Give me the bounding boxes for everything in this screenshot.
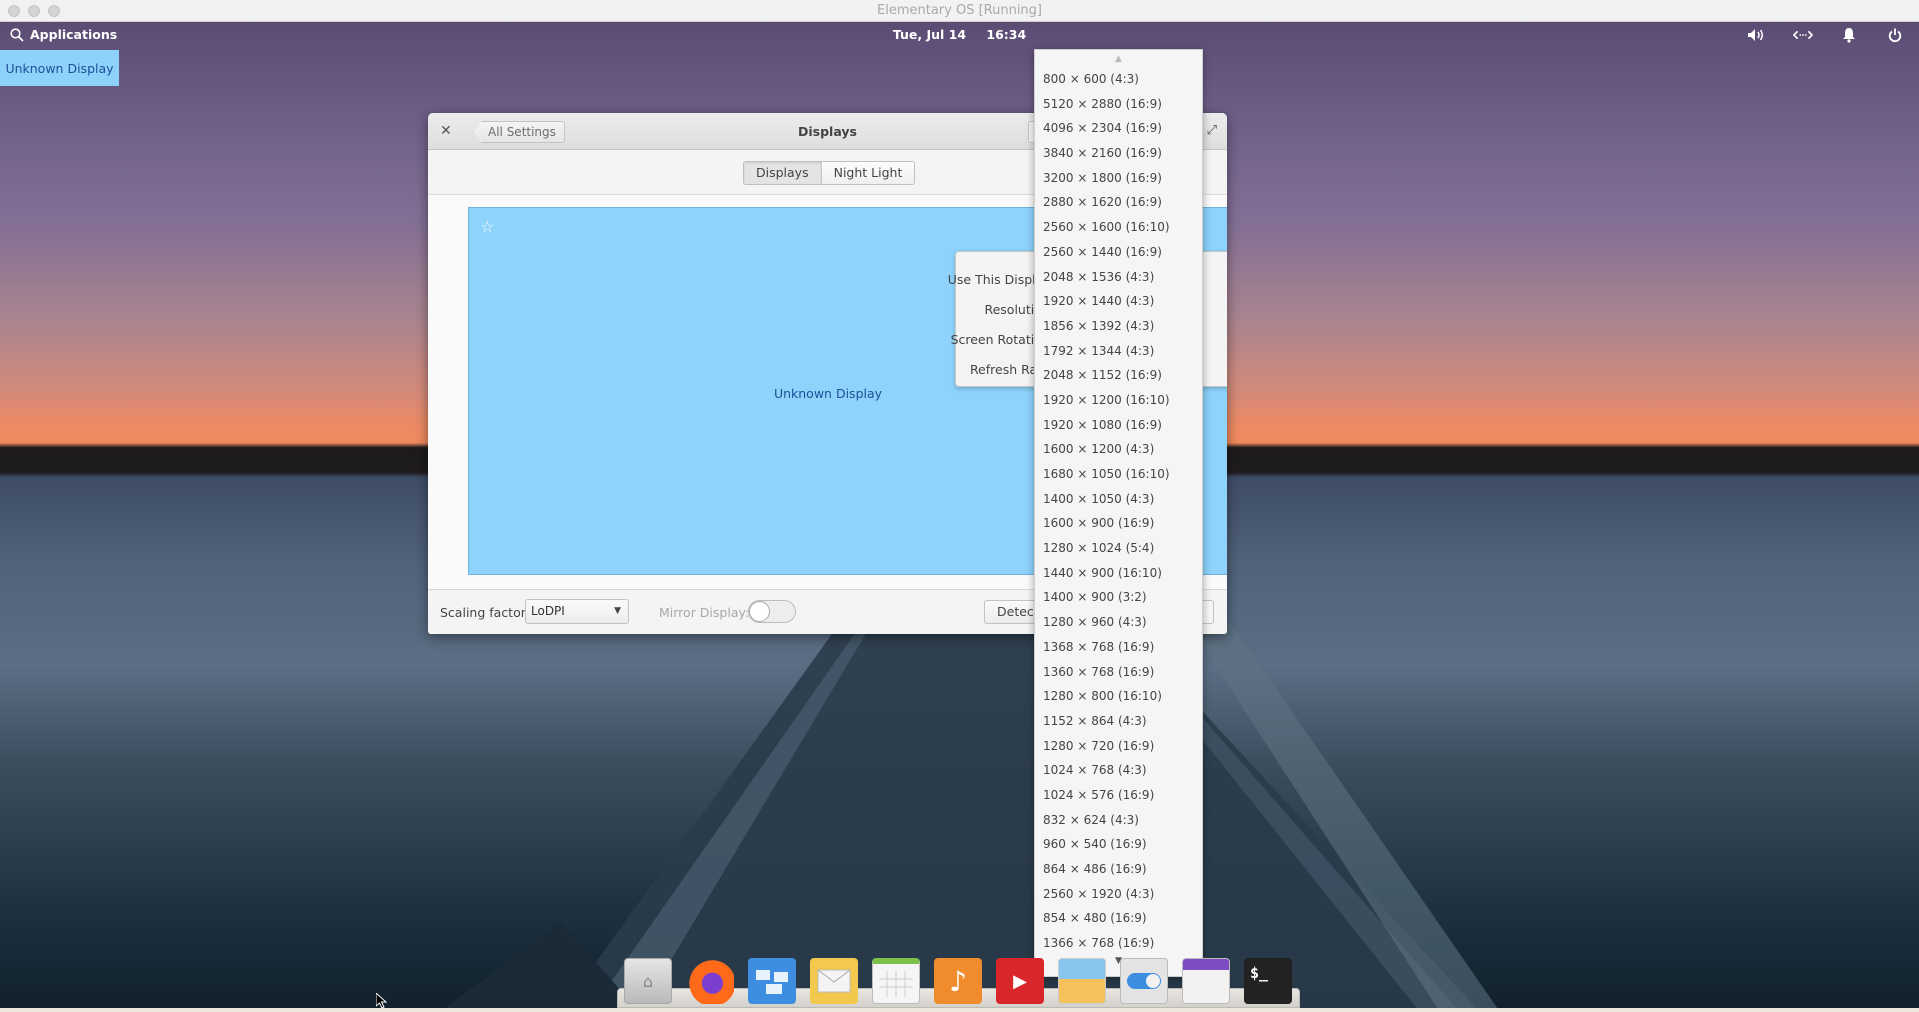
resolution-option[interactable]: 1152 × 864 (4:3) (1035, 709, 1202, 734)
settings-toggle-icon[interactable] (1120, 958, 1168, 1004)
terminal-icon[interactable]: $_ (1244, 958, 1292, 1004)
music-icon[interactable]: ♪ (934, 958, 982, 1004)
resolution-option[interactable]: 960 × 540 (16:9) (1035, 832, 1202, 857)
resolution-option[interactable]: 832 × 624 (4:3) (1035, 808, 1202, 833)
switch-knob (749, 601, 770, 622)
resolution-option[interactable]: 2560 × 1440 (16:9) (1035, 240, 1202, 265)
resolution-option[interactable]: 854 × 480 (16:9) (1035, 906, 1202, 931)
resolution-option[interactable]: 1920 × 1200 (16:10) (1035, 388, 1202, 413)
resolution-option[interactable]: 2560 × 1920 (4:3) (1035, 882, 1202, 907)
host-window-title: Elementary OS [Running] (877, 3, 1042, 18)
date-label: Tue, Jul 14 (892, 27, 967, 42)
notifications-icon[interactable] (1839, 26, 1859, 44)
resolution-option[interactable]: 2048 × 1152 (16:9) (1035, 363, 1202, 388)
scroll-up-arrow-icon[interactable]: ▲ (1035, 54, 1202, 66)
time-label: 16:34 (986, 27, 1027, 42)
resolution-option[interactable]: 1600 × 1200 (4:3) (1035, 437, 1202, 462)
resolution-option[interactable]: 1280 × 800 (16:10) (1035, 684, 1202, 709)
resolution-option[interactable]: 1024 × 768 (4:3) (1035, 758, 1202, 783)
resolution-option[interactable]: 1366 × 768 (16:9) (1035, 931, 1202, 956)
multitasking-icon[interactable] (748, 958, 796, 1004)
resolution-option[interactable]: 1024 × 576 (16:9) (1035, 783, 1202, 808)
resolution-option[interactable]: 800 × 600 (4:3) (1035, 67, 1202, 92)
resolution-option[interactable]: 1400 × 900 (3:2) (1035, 585, 1202, 610)
tab-displays[interactable]: Displays (744, 162, 822, 184)
resolution-option[interactable]: 2560 × 1600 (16:10) (1035, 215, 1202, 240)
mirror-display-label: Mirror Display: (659, 605, 750, 620)
power-icon[interactable] (1885, 26, 1905, 44)
tab-night-light[interactable]: Night Light (821, 162, 915, 184)
resolution-option[interactable]: 1920 × 1440 (4:3) (1035, 289, 1202, 314)
folder-home-icon[interactable]: ⌂ (624, 958, 672, 1004)
host-status-strip (0, 1008, 1919, 1012)
resolution-option[interactable]: 1680 × 1050 (16:10) (1035, 462, 1202, 487)
dock: ⌂ ♪ ▶ $_ (624, 958, 1292, 1004)
resolution-option[interactable]: 864 × 486 (16:9) (1035, 857, 1202, 882)
resolution-option[interactable]: 1280 × 720 (16:9) (1035, 734, 1202, 759)
resolution-option[interactable]: 1792 × 1344 (4:3) (1035, 339, 1202, 364)
network-icon[interactable] (1793, 26, 1813, 44)
resolution-option[interactable]: 1368 × 768 (16:9) (1035, 635, 1202, 660)
scaling-factor-label: Scaling factor: (440, 605, 530, 620)
resolution-option[interactable]: 1400 × 1050 (4:3) (1035, 487, 1202, 512)
firefox-icon[interactable] (686, 958, 734, 1004)
primary-display-star-icon[interactable]: ☆ (480, 217, 494, 236)
resolution-dropdown-menu[interactable]: ▲ 800 × 600 (4:3) 5120 × 2880 (16:9) 4096 … (1034, 49, 1203, 977)
maximize-icon[interactable]: ⤢ (1207, 123, 1217, 138)
resolution-option[interactable]: 3840 × 2160 (16:9) (1035, 141, 1202, 166)
resolution-option[interactable]: 1280 × 960 (4:3) (1035, 610, 1202, 635)
resolution-option[interactable]: 5120 × 2880 (16:9) (1035, 92, 1202, 117)
display-identify-badge: Unknown Display (0, 50, 119, 86)
resolution-option[interactable]: 1920 × 1080 (16:9) (1035, 413, 1202, 438)
scaling-factor-value: LoDPI (531, 604, 565, 618)
view-switcher: Displays Night Light (743, 161, 916, 185)
mirror-display-switch[interactable] (748, 600, 796, 623)
resolution-option[interactable]: 1280 × 1024 (5:4) (1035, 536, 1202, 561)
resolution-list: 800 × 600 (4:3) 5120 × 2880 (16:9) 4096 × … (1035, 67, 1202, 956)
video-icon[interactable]: ▶ (996, 958, 1044, 1004)
scaling-factor-combo[interactable]: LoDPI ▼ (525, 599, 629, 624)
resolution-option[interactable]: 3200 × 1800 (16:9) (1035, 166, 1202, 191)
host-window-titlebar: Elementary OS [Running] (0, 0, 1919, 22)
photos-icon[interactable] (1058, 958, 1106, 1004)
resolution-option[interactable]: 2880 × 1620 (16:9) (1035, 190, 1202, 215)
store-icon[interactable] (1182, 958, 1230, 1004)
resolution-option[interactable]: 1440 × 900 (16:10) (1035, 561, 1202, 586)
datetime-indicator[interactable]: Tue, Jul 14 16:34 (0, 27, 1919, 42)
mail-icon[interactable] (810, 958, 858, 1004)
top-panel: Applications Tue, Jul 14 16:34 (0, 22, 1919, 48)
calendar-icon[interactable] (872, 958, 920, 1004)
mouse-cursor-icon (376, 993, 388, 1009)
resolution-option[interactable]: 1856 × 1392 (4:3) (1035, 314, 1202, 339)
resolution-option[interactable]: 4096 × 2304 (16:9) (1035, 116, 1202, 141)
resolution-option[interactable]: 2048 × 1536 (4:3) (1035, 265, 1202, 290)
chevron-down-icon: ▼ (614, 606, 621, 616)
resolution-option[interactable]: 1360 × 768 (16:9) (1035, 660, 1202, 685)
volume-icon[interactable] (1747, 26, 1767, 44)
resolution-option[interactable]: 1600 × 900 (16:9) (1035, 511, 1202, 536)
